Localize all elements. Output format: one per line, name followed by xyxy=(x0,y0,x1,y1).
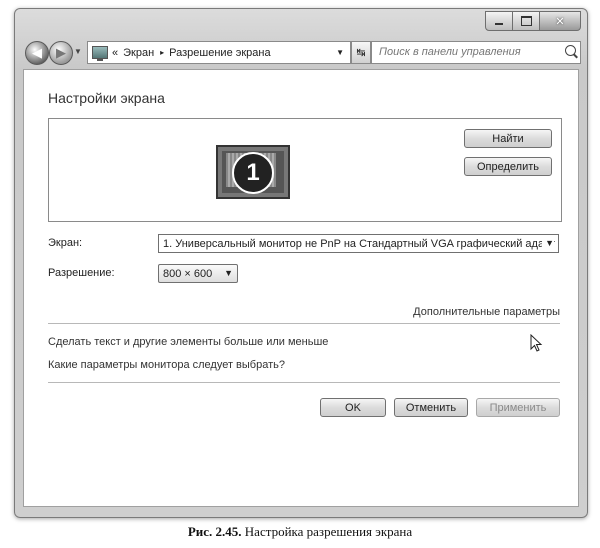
which-monitor-settings-link[interactable]: Какие параметры монитора следует выбрать… xyxy=(48,359,285,371)
control-panel-icon xyxy=(92,46,108,61)
forward-arrow-icon: ▶ xyxy=(56,45,66,60)
identify-button[interactable]: Определить xyxy=(464,157,552,176)
screen-label: Экран: xyxy=(48,237,83,249)
page-title: Настройки экрана xyxy=(48,90,165,106)
cancel-button[interactable]: Отменить xyxy=(394,398,468,417)
maximize-button[interactable] xyxy=(512,11,540,31)
address-bar[interactable]: « Экран ▸ Разрешение экрана ▼ xyxy=(87,41,351,64)
search-box xyxy=(371,41,581,64)
breadcrumb-item-screen[interactable]: Экран xyxy=(123,47,154,59)
resolution-select-value: 800 × 600 xyxy=(163,267,213,280)
text-size-link[interactable]: Сделать текст и другие элементы больше и… xyxy=(48,336,328,348)
ok-button[interactable]: OK xyxy=(320,398,386,417)
monitor-number-badge: 1 xyxy=(232,152,274,194)
divider xyxy=(48,323,560,324)
search-icon[interactable] xyxy=(565,45,576,56)
close-button[interactable]: ✕ xyxy=(539,11,581,31)
mouse-cursor-icon xyxy=(530,334,543,352)
screen-select[interactable]: 1. Универсальный монитор не PnP на Станд… xyxy=(158,234,559,253)
advanced-settings-link[interactable]: Дополнительные параметры xyxy=(413,306,560,318)
forward-button[interactable]: ▶ xyxy=(49,41,73,65)
refresh-glyph: ↹ xyxy=(356,47,366,59)
apply-button[interactable]: Применить xyxy=(476,398,560,417)
breadcrumb-overflow[interactable]: « xyxy=(112,47,118,59)
main-panel: Настройки экрана 1 Найти Определить Экра… xyxy=(23,69,579,507)
close-icon: ✕ xyxy=(555,15,565,28)
search-input[interactable] xyxy=(372,42,569,62)
back-button[interactable]: ◀ xyxy=(25,41,49,65)
find-button[interactable]: Найти xyxy=(464,129,552,148)
minimize-button[interactable] xyxy=(485,11,513,31)
maximize-icon xyxy=(520,16,532,26)
chevron-down-icon: ▼ xyxy=(74,47,82,56)
refresh-icon[interactable]: ↹ xyxy=(351,41,371,64)
resolution-select[interactable]: 800 × 600 ▼ xyxy=(158,264,238,283)
resolution-label: Разрешение: xyxy=(48,267,115,279)
back-arrow-icon: ◀ xyxy=(32,45,42,60)
recent-pages-dropdown[interactable]: ▼ xyxy=(74,47,82,56)
divider xyxy=(48,382,560,383)
breadcrumb-item-resolution[interactable]: Разрешение экрана xyxy=(169,47,270,59)
minimize-icon xyxy=(495,23,503,25)
figure-number: Рис. 2.45. xyxy=(187,524,242,539)
address-dropdown-icon[interactable]: ▼ xyxy=(336,48,344,57)
screen-select-value: 1. Универсальный монитор не PnP на Станд… xyxy=(163,237,556,250)
figure-caption: Рис. 2.45. Настройка разрешения экрана xyxy=(0,524,600,540)
monitor-icon[interactable]: 1 xyxy=(216,145,290,199)
navigation-bar: ◀ ▶ ▼ « Экран ▸ Разрешение экрана ▼ ↹ xyxy=(19,37,583,67)
breadcrumb-separator-icon[interactable]: ▸ xyxy=(160,48,164,57)
monitor-preview-area: 1 Найти Определить xyxy=(48,118,562,222)
figure-caption-text: Настройка разрешения экрана xyxy=(241,524,413,539)
chevron-down-icon: ▼ xyxy=(542,238,554,248)
chevron-down-icon: ▼ xyxy=(224,268,233,278)
control-panel-window: ✕ ◀ ▶ ▼ « Экран ▸ Разрешение экрана ▼ ↹ … xyxy=(14,8,588,518)
caption-buttons: ✕ xyxy=(485,11,581,31)
